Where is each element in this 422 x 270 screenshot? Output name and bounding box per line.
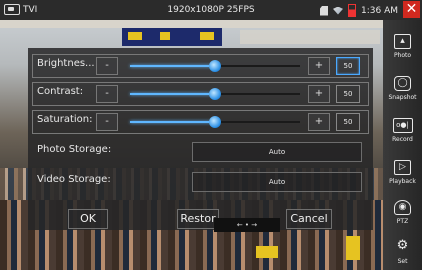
video-storage-select[interactable]: Auto [192, 172, 362, 192]
sidebar-item-label: Record [392, 136, 413, 143]
sidebar-item-label: Photo [393, 52, 412, 59]
wifi-icon [333, 6, 343, 15]
photo-storage-row: Photo Storage: Auto [28, 139, 373, 165]
saturation-label: Saturation: [37, 114, 93, 125]
contrast-row: Contrast: - + 50 [28, 81, 373, 107]
sd-card-icon [320, 5, 328, 16]
page-navigator[interactable]: ← • → [214, 218, 280, 232]
slider-thumb[interactable] [209, 116, 221, 128]
slider-fill [130, 65, 215, 67]
saturation-increase-button[interactable]: + [308, 113, 330, 131]
sidebar-item-playback[interactable]: ▷ Playback [383, 160, 422, 185]
close-button[interactable]: ✕ [403, 1, 420, 18]
brightness-row: Brightnes... - + 50 [28, 53, 373, 79]
brightness-increase-button[interactable]: + [308, 57, 330, 75]
contrast-slider[interactable] [130, 88, 300, 100]
brightness-decrease-button[interactable]: - [96, 57, 118, 75]
status-bar: TVI 1920x1080P 25FPS 1:36 AM ✕ [0, 0, 422, 20]
close-icon: ✕ [405, 1, 418, 17]
screen: TVI 1920x1080P 25FPS 1:36 AM ✕ ▴ Photo ◯… [0, 0, 422, 270]
record-icon: o●| [392, 118, 413, 133]
photo-icon: ▴ [394, 34, 411, 49]
slider-fill [130, 121, 215, 123]
ok-button[interactable]: OK [68, 209, 108, 229]
saturation-row: Saturation: - + 50 [28, 109, 373, 135]
saturation-decrease-button[interactable]: - [96, 113, 118, 131]
image-settings-dialog: Brightnes... - + 50 Contrast: - + 50 Sat… [28, 48, 373, 232]
battery-icon [348, 4, 356, 17]
sidebar-item-label: Playback [389, 178, 416, 185]
sidebar-item-ptz[interactable]: ◉ PTZ [383, 200, 422, 225]
camera-icon: ◯ [394, 76, 411, 91]
contrast-value[interactable]: 50 [336, 85, 360, 103]
sidebar-item-snapshot[interactable]: ◯ Snapshot [383, 76, 422, 101]
brightness-value[interactable]: 50 [336, 57, 360, 75]
status-icons: 1:36 AM [320, 4, 398, 17]
saturation-slider[interactable] [130, 116, 300, 128]
slider-thumb[interactable] [209, 60, 221, 72]
slider-fill [130, 93, 215, 95]
sidebar-item-set[interactable]: ⚙ Set [383, 238, 422, 265]
saturation-value[interactable]: 50 [336, 113, 360, 131]
photo-storage-label: Photo Storage: [37, 144, 112, 155]
sidebar-item-photo[interactable]: ▴ Photo [383, 34, 422, 59]
contrast-increase-button[interactable]: + [308, 85, 330, 103]
contrast-decrease-button[interactable]: - [96, 85, 118, 103]
contrast-label: Contrast: [37, 86, 84, 97]
sidebar-item-label: PTZ [396, 218, 409, 225]
gear-icon: ⚙ [396, 238, 409, 253]
photo-storage-select[interactable]: Auto [192, 142, 362, 162]
brightness-slider[interactable] [130, 60, 300, 72]
sidebar-item-label: Set [397, 258, 408, 265]
playback-icon: ▷ [394, 160, 411, 175]
ptz-icon: ◉ [394, 200, 411, 215]
sidebar-item-record[interactable]: o●| Record [383, 118, 422, 143]
video-storage-row: Video Storage: Auto [28, 169, 373, 195]
sidebar: ▴ Photo ◯ Snapshot o●| Record ▷ Playback… [383, 20, 422, 270]
clock: 1:36 AM [361, 5, 398, 16]
brightness-label: Brightnes... [37, 58, 95, 69]
cancel-button[interactable]: Cancel [286, 209, 332, 229]
restore-button[interactable]: Restor [177, 209, 219, 229]
sidebar-item-label: Snapshot [388, 94, 417, 101]
slider-thumb[interactable] [209, 88, 221, 100]
video-storage-label: Video Storage: [37, 174, 111, 185]
